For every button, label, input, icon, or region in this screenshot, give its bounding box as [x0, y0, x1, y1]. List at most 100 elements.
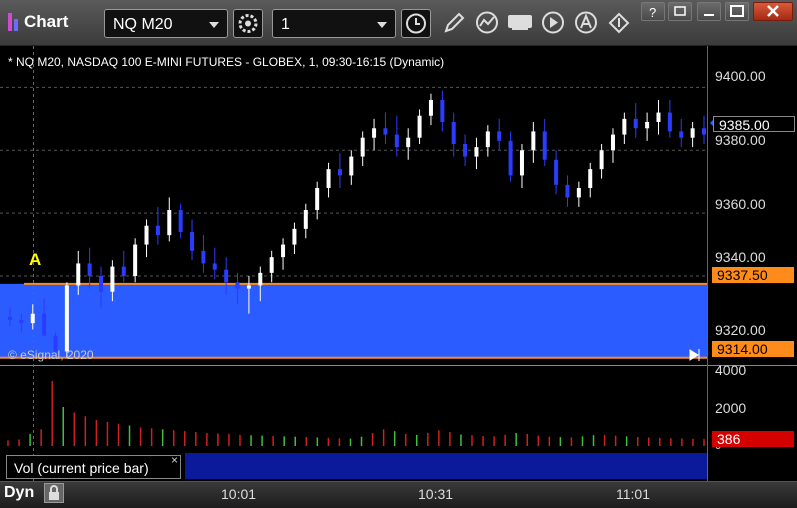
candle-body[interactable] [315, 188, 320, 210]
candle-body[interactable] [428, 100, 433, 116]
price-chart[interactable] [0, 46, 797, 482]
candle-body[interactable] [474, 147, 479, 157]
candle-body[interactable] [258, 272, 263, 286]
candle-body[interactable] [645, 122, 650, 129]
candle-body[interactable] [451, 122, 456, 144]
pencil-icon [444, 12, 465, 33]
chevron-down-icon[interactable] [377, 22, 387, 28]
candle-body[interactable] [519, 150, 524, 176]
question-icon: ? [649, 5, 656, 20]
candle-body[interactable] [30, 313, 35, 324]
studies-button[interactable] [473, 9, 503, 38]
candle-body[interactable] [599, 150, 604, 170]
get-data-button[interactable] [506, 9, 536, 38]
candle-body[interactable] [576, 188, 581, 198]
volume-panel-strip [185, 453, 707, 479]
study-curve-icon [476, 11, 498, 34]
candle-body[interactable] [110, 266, 115, 292]
last-price-tag: 9385.00 [713, 116, 795, 133]
candle-body[interactable] [133, 244, 138, 276]
candle-body[interactable] [303, 210, 308, 229]
link-button[interactable] [605, 9, 635, 38]
close-study-icon[interactable]: × [171, 453, 178, 467]
candle-body[interactable] [463, 144, 468, 157]
candle-body[interactable] [326, 169, 331, 188]
chevron-down-icon[interactable] [209, 22, 219, 28]
candle-body[interactable] [281, 244, 286, 258]
candle-body[interactable] [485, 131, 490, 148]
time-tick-label: 10:31 [418, 486, 454, 502]
candle-body[interactable] [224, 269, 229, 283]
candle-body[interactable] [394, 134, 399, 148]
restore-button[interactable] [668, 2, 692, 21]
candle-body[interactable] [531, 131, 536, 151]
candle-body[interactable] [121, 266, 126, 276]
candle-body[interactable] [42, 313, 47, 336]
replay-button[interactable] [539, 9, 569, 38]
candle-body[interactable] [64, 285, 69, 352]
candle-body[interactable] [508, 140, 513, 176]
candle-body[interactable] [19, 320, 24, 324]
alert-a-icon [575, 11, 597, 34]
volume-tick-label: 2000 [715, 400, 747, 416]
candle-body[interactable] [360, 137, 365, 157]
candle-body[interactable] [565, 184, 570, 198]
candle-body[interactable] [212, 263, 217, 270]
candle-body[interactable] [610, 134, 615, 151]
candle-body[interactable] [679, 131, 684, 138]
maximize-button[interactable] [725, 2, 749, 21]
lock-button[interactable] [44, 483, 64, 503]
price-tick-label: 9360.00 [715, 196, 766, 212]
volume-tick-label: 4000 [715, 362, 747, 378]
draw-tool-button[interactable] [440, 9, 470, 38]
annotation-label[interactable]: A [29, 250, 41, 270]
time-axis[interactable] [0, 481, 797, 508]
candle-body[interactable] [99, 276, 104, 292]
candle-body[interactable] [588, 169, 593, 188]
candle-body[interactable] [190, 232, 195, 251]
candle-body[interactable] [622, 118, 627, 135]
candle-body[interactable] [87, 263, 92, 276]
close-button[interactable] [753, 2, 793, 21]
symbol-field[interactable]: NQ M20 [104, 9, 228, 38]
volume-panel-label[interactable]: Vol (current price bar) [6, 455, 181, 479]
candle-body[interactable] [406, 137, 411, 148]
candle-body[interactable] [178, 210, 183, 232]
price-tick-label: 9380.00 [715, 132, 766, 148]
candle-body[interactable] [246, 285, 251, 289]
candle-body[interactable] [702, 128, 706, 135]
candle-body[interactable] [269, 257, 274, 273]
time-tick-label: 10:01 [221, 486, 257, 502]
minimize-button[interactable] [697, 2, 721, 21]
candle-body[interactable] [417, 115, 422, 138]
candle-body[interactable] [667, 112, 672, 132]
candle-body[interactable] [542, 131, 547, 160]
candle-body[interactable] [372, 128, 377, 138]
candle-body[interactable] [235, 282, 240, 289]
candle-body[interactable] [76, 263, 81, 286]
dynamic-label[interactable]: Dyn [4, 484, 34, 502]
copyright-text: © eSignal, 2020 [8, 348, 94, 362]
candle-body[interactable] [201, 250, 206, 264]
candle-body[interactable] [440, 100, 445, 122]
candle-body[interactable] [167, 210, 172, 236]
candle-body[interactable] [155, 225, 160, 236]
candle-body[interactable] [349, 156, 354, 176]
candle-body[interactable] [656, 112, 661, 122]
candle-body[interactable] [633, 118, 638, 129]
alerts-button[interactable] [572, 9, 602, 38]
highlight-zone[interactable] [0, 283, 707, 358]
candle-body[interactable] [8, 316, 12, 320]
interval-clock-button[interactable] [401, 9, 431, 38]
interval-field[interactable]: 1 [272, 9, 396, 38]
candle-body[interactable] [337, 169, 342, 176]
symbol-settings-button[interactable] [233, 9, 263, 38]
help-button[interactable]: ? [641, 2, 665, 21]
candle-body[interactable] [383, 128, 388, 135]
candle-body[interactable] [554, 159, 559, 185]
candle-body[interactable] [690, 128, 695, 138]
interval-value: 1 [281, 16, 290, 33]
candle-body[interactable] [292, 228, 297, 245]
candle-body[interactable] [144, 225, 149, 245]
candle-body[interactable] [497, 131, 502, 141]
